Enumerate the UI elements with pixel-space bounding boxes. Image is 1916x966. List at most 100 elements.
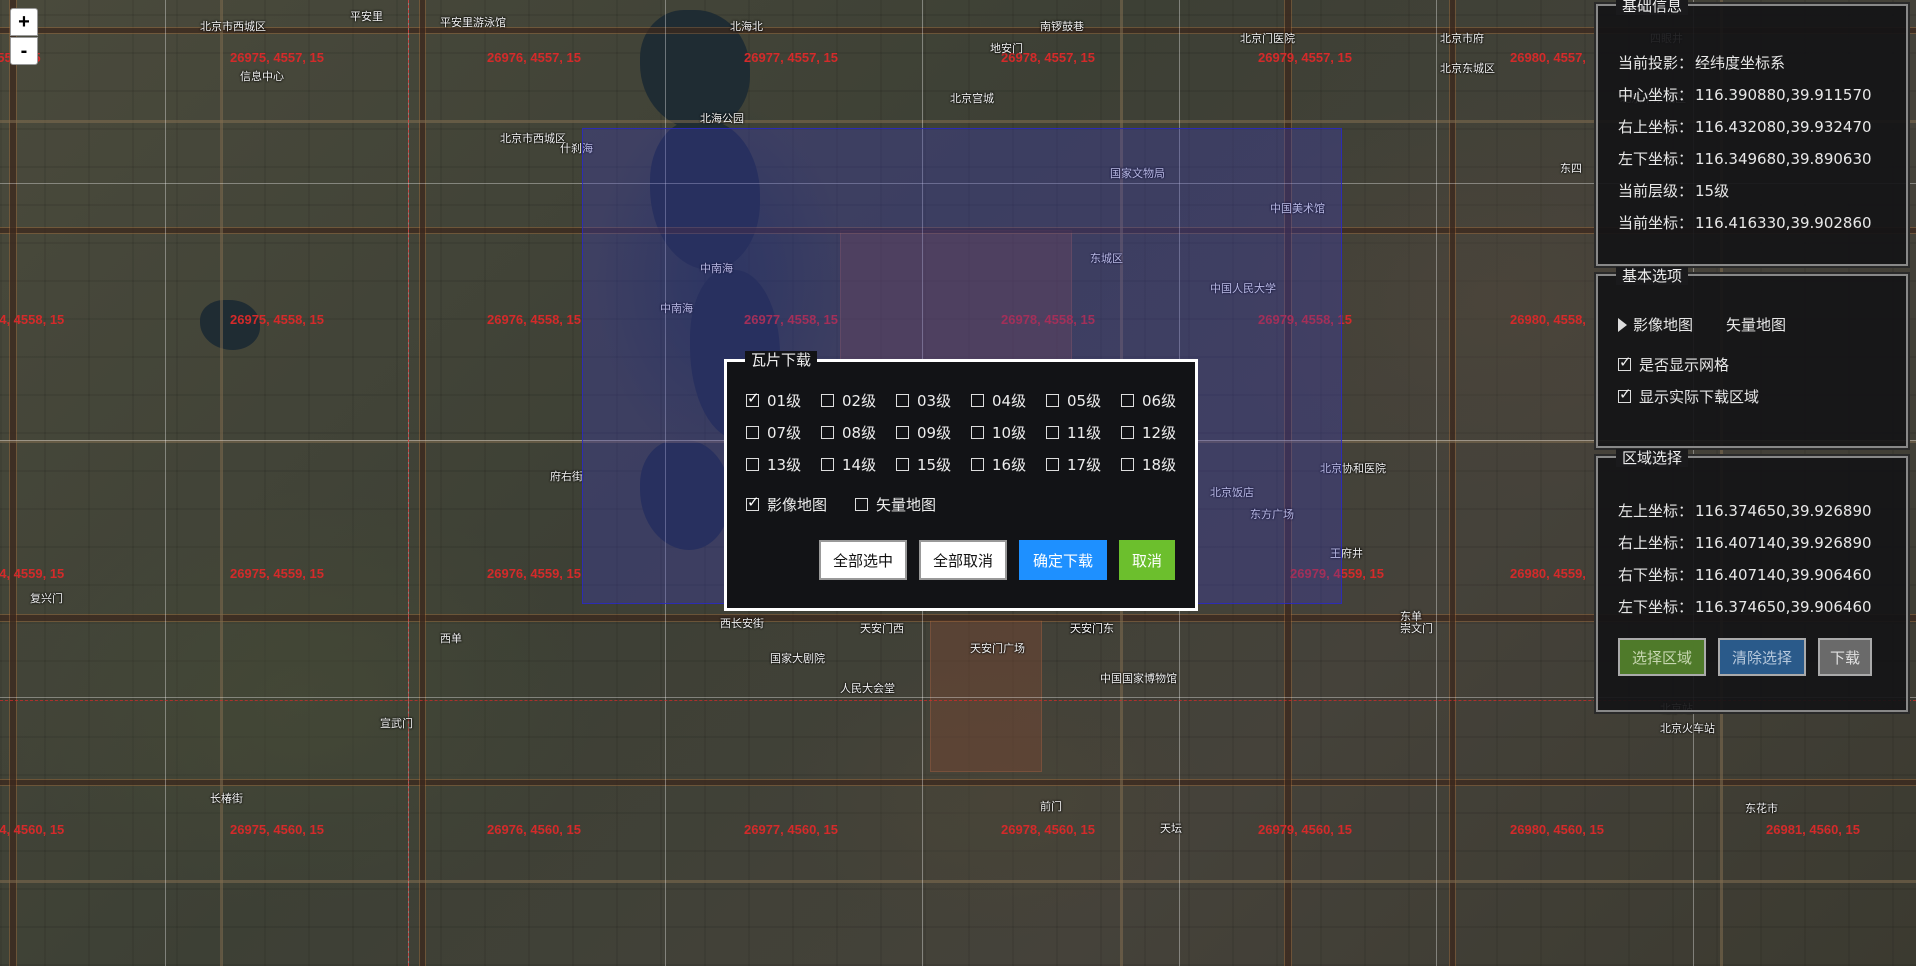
level-option-15[interactable]: 15级	[896, 454, 951, 475]
checkbox-icon[interactable]	[1121, 426, 1134, 439]
checkbox-icon[interactable]	[855, 498, 868, 511]
level-option-4[interactable]: 04级	[971, 390, 1026, 411]
checkbox-icon[interactable]	[821, 426, 834, 439]
checkbox-icon[interactable]	[821, 458, 834, 471]
checkbox-icon[interactable]	[971, 458, 984, 471]
checkbox-icon[interactable]	[1121, 458, 1134, 471]
tile-coordinate-label: 26975, 4560, 15	[230, 822, 324, 837]
level-option-14[interactable]: 14级	[821, 454, 876, 475]
checkbox-icon[interactable]	[1046, 458, 1059, 471]
select-region-button[interactable]: 选择区域	[1618, 638, 1706, 676]
info-value: 116.416330,39.902860	[1695, 214, 1872, 232]
select-all-button[interactable]: 全部选中	[819, 540, 907, 580]
map-place-label: 崇文门	[1400, 622, 1433, 635]
checkbox-icon[interactable]	[971, 426, 984, 439]
basic-options-panel: 基本选项 影像地图 矢量地图 是否显示网格 显示实际下载区域	[1596, 267, 1908, 448]
level-option-13[interactable]: 13级	[746, 454, 801, 475]
map-place-label: 北京市府	[1440, 32, 1484, 45]
map-place-label: 天安门广场	[970, 642, 1025, 655]
dialog-imagery-option[interactable]: 影像地图	[746, 493, 827, 515]
checkbox-checked-icon[interactable]	[1618, 353, 1632, 371]
tile-coordinate-label: 26979, 4557, 15	[1258, 50, 1352, 65]
tile-bound	[408, 0, 409, 966]
level-option-10[interactable]: 10级	[971, 422, 1026, 443]
level-label: 07级	[767, 424, 802, 442]
checkbox-icon[interactable]	[746, 458, 759, 471]
level-option-11[interactable]: 11级	[1046, 422, 1101, 443]
road-east-ring	[1450, 0, 1455, 966]
confirm-download-button[interactable]: 确定下载	[1019, 540, 1107, 580]
checkbox-icon[interactable]	[896, 394, 909, 407]
tile-coordinate-label: 26980, 4559,	[1510, 566, 1586, 581]
checkbox-icon[interactable]	[1046, 394, 1059, 407]
level-option-5[interactable]: 05级	[1046, 390, 1101, 411]
level-label: 13级	[767, 456, 802, 474]
checkbox-icon[interactable]	[1046, 426, 1059, 439]
map-place-label: 宣武门	[380, 717, 413, 730]
level-option-8[interactable]: 08级	[821, 422, 876, 443]
cancel-button[interactable]: 取消	[1119, 540, 1175, 580]
map-place-label: 南锣鼓巷	[1040, 20, 1084, 33]
level-label: 15级	[917, 456, 952, 474]
level-option-6[interactable]: 06级	[1121, 390, 1176, 411]
level-option-9[interactable]: 09级	[896, 422, 951, 443]
info-value: 116.407140,39.906460	[1695, 566, 1872, 584]
info-value: 116.407140,39.926890	[1695, 534, 1872, 552]
show-download-area-option[interactable]: 显示实际下载区域	[1618, 385, 1759, 407]
checkbox-icon[interactable]	[896, 458, 909, 471]
checkbox-icon[interactable]	[971, 394, 984, 407]
level-label: 10级	[992, 424, 1027, 442]
tile-coordinate-label: 26975, 4559, 15	[230, 566, 324, 581]
checkbox-icon[interactable]	[896, 426, 909, 439]
download-button[interactable]: 下载	[1818, 638, 1872, 676]
vector-map-option[interactable]: 矢量地图	[1726, 314, 1786, 335]
checkbox-checked-icon[interactable]	[746, 389, 760, 407]
checkbox-icon[interactable]	[821, 394, 834, 407]
tile-coordinate-label: 74, 4559, 15	[0, 566, 65, 581]
level-option-7[interactable]: 07级	[746, 422, 801, 443]
level-label: 04级	[992, 392, 1027, 410]
option-label: 影像地图	[1633, 316, 1694, 334]
level-option-16[interactable]: 16级	[971, 454, 1026, 475]
tile-coordinate-label: 26976, 4557, 15	[487, 50, 581, 65]
level-option-18[interactable]: 18级	[1121, 454, 1176, 475]
panel-title: 基本选项	[1616, 267, 1689, 285]
zoom-in-button[interactable]: +	[10, 8, 38, 36]
option-label: 矢量地图	[1726, 316, 1787, 334]
info-key: 左下坐标：	[1618, 598, 1694, 616]
level-option-12[interactable]: 12级	[1121, 422, 1176, 443]
level-label: 17级	[1067, 456, 1102, 474]
map-place-label: 西长安街	[720, 617, 764, 630]
level-label: 03级	[917, 392, 952, 410]
info-value: 15级	[1695, 182, 1730, 200]
level-label: 06级	[1142, 392, 1177, 410]
checkbox-checked-icon[interactable]	[1618, 385, 1632, 403]
map-place-label: 北京市西城区	[200, 20, 266, 33]
map-place-label: 北京宫城	[950, 92, 994, 105]
info-key: 中心坐标：	[1618, 86, 1694, 104]
info-key: 左上坐标：	[1618, 502, 1694, 520]
checkbox-icon[interactable]	[1121, 394, 1134, 407]
region-top-left-row: 左上坐标： 116.374650,39.926890	[1618, 500, 1872, 521]
tile-coordinate-label: 26977, 4560, 15	[744, 822, 838, 837]
level-option-3[interactable]: 03级	[896, 390, 951, 411]
play-icon	[1618, 318, 1627, 332]
map-place-label: 北京门医院	[1240, 32, 1295, 45]
level-option-2[interactable]: 02级	[821, 390, 876, 411]
info-value: 116.432080,39.932470	[1695, 118, 1872, 136]
checkbox-checked-icon[interactable]	[746, 493, 760, 511]
tile-coordinate-label: 26976, 4559, 15	[487, 566, 581, 581]
level-option-1[interactable]: 01级	[746, 389, 801, 411]
map-place-label: 天安门东	[1070, 622, 1114, 635]
level-option-17[interactable]: 17级	[1046, 454, 1101, 475]
info-value: 116.390880,39.911570	[1695, 86, 1872, 104]
map-place-label: 北海公园	[700, 112, 744, 125]
dialog-vector-option[interactable]: 矢量地图	[855, 494, 936, 515]
zoom-out-button[interactable]: -	[10, 37, 38, 65]
level-label: 02级	[842, 392, 877, 410]
cancel-all-button[interactable]: 全部取消	[919, 540, 1007, 580]
show-grid-option[interactable]: 是否显示网格	[1618, 353, 1729, 375]
imagery-map-option[interactable]: 影像地图	[1618, 314, 1693, 335]
clear-selection-button[interactable]: 清除选择	[1718, 638, 1806, 676]
checkbox-icon[interactable]	[746, 426, 759, 439]
